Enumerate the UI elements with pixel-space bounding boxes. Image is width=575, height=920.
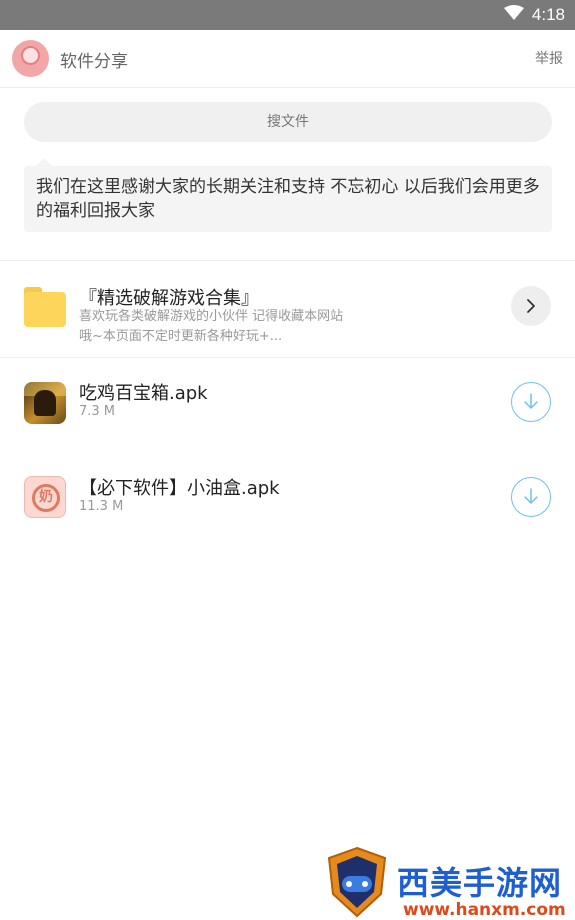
game-app-icon [24, 382, 66, 424]
watermark-logo: 西美手游网 www.hanxm.com [325, 846, 575, 920]
open-folder-button[interactable] [511, 286, 551, 326]
page-title: 软件分享 [60, 52, 128, 72]
file-size: 11.3 M [79, 499, 124, 514]
download-icon [524, 393, 538, 409]
oil-box-app-icon: 奶 [24, 476, 66, 518]
status-icons: 4:18 [503, 0, 565, 30]
wifi-icon [503, 5, 524, 25]
search-bar[interactable]: 搜文件 [24, 102, 552, 142]
folder-description-line2: 哦~本页面不定时更新各种好玩+... [79, 329, 283, 344]
notice-bubble: 我们在这里感谢大家的长期关注和支持 不忘初心 以后我们会用更多的福利回报大家 [24, 158, 552, 232]
file-size: 7.3 M [79, 404, 116, 419]
chevron-right-icon [527, 299, 535, 313]
avatar-logo-icon[interactable] [12, 40, 49, 77]
section-divider [0, 260, 575, 261]
report-button[interactable]: 举报 [535, 48, 563, 68]
row-divider [0, 357, 575, 358]
folder-icon [24, 287, 66, 327]
watermark-title: 西美手游网 [397, 864, 563, 902]
download-icon [524, 488, 538, 504]
download-button[interactable] [511, 477, 551, 517]
watermark-url: www.hanxm.com [403, 900, 566, 920]
status-bar: 4:18 [0, 0, 575, 30]
status-time: 4:18 [531, 5, 565, 24]
gamepad-shield-icon [327, 846, 387, 918]
download-button[interactable] [511, 382, 551, 422]
app-header: 软件分享 举报 [0, 30, 575, 88]
folder-description-line1: 喜欢玩各类破解游戏的小伙伴 记得收藏本网站 [79, 309, 344, 324]
